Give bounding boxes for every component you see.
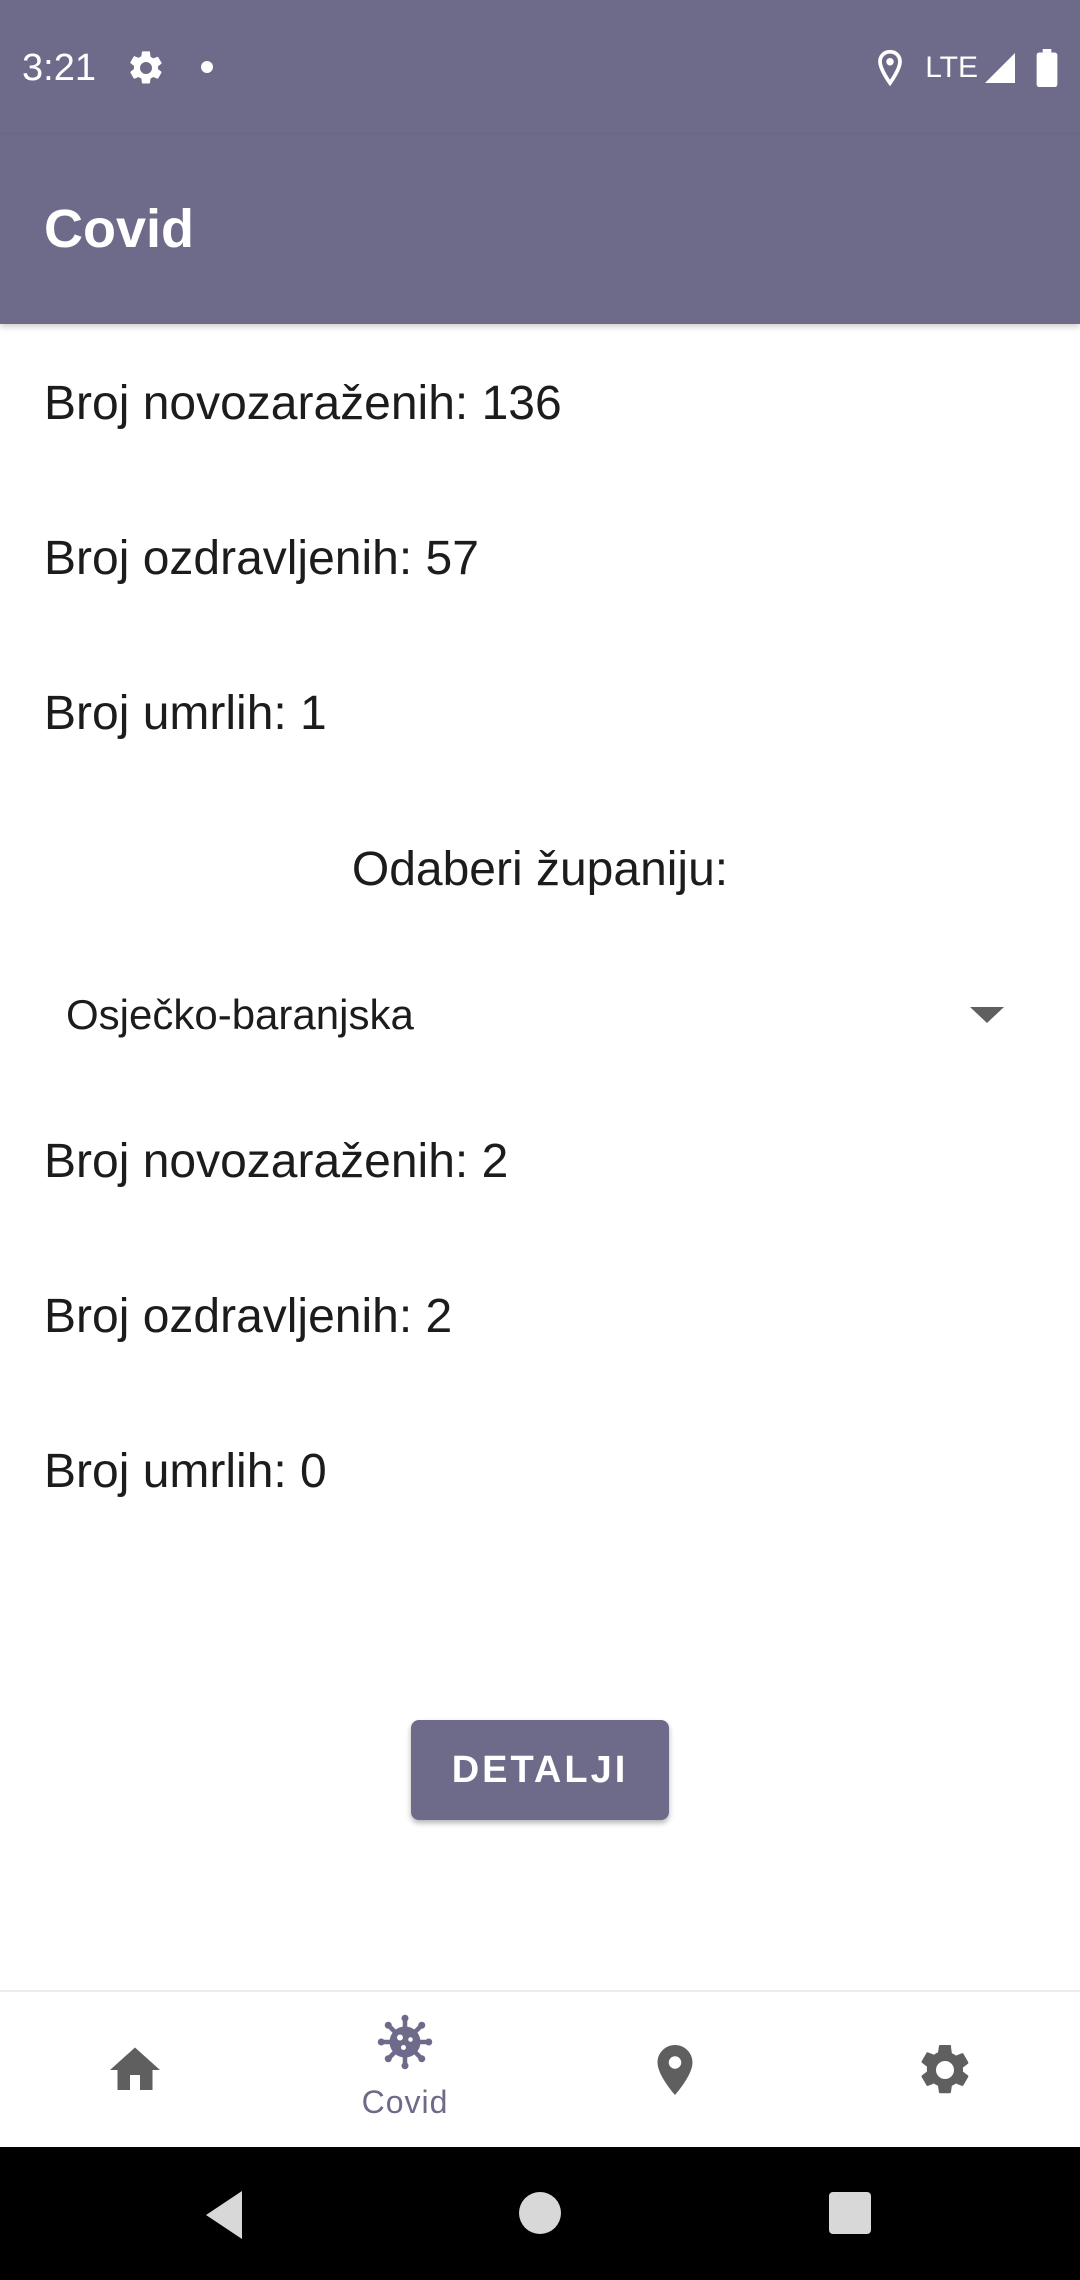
signal-icon	[985, 53, 1015, 83]
battery-icon	[1036, 49, 1058, 87]
details-button[interactable]: DETALJI	[411, 1720, 669, 1820]
system-navigation-bar	[0, 2147, 1080, 2280]
settings-icon	[921, 2044, 969, 2094]
status-time: 3:21	[22, 47, 96, 89]
home-circle-icon[interactable]	[519, 2192, 561, 2234]
app-bar: Covid	[0, 135, 1080, 324]
network-type: LTE	[925, 51, 978, 84]
location-pin-icon	[657, 2045, 693, 2095]
status-bar: 3:21 LTE	[0, 0, 1080, 135]
nav-label-covid: Covid	[361, 2084, 449, 2120]
back-icon[interactable]	[200, 2187, 250, 2243]
nav-item-location[interactable]	[540, 1992, 810, 2149]
nav-item-home[interactable]	[0, 1992, 270, 2149]
county-dropdown[interactable]: Osječko-baranjska	[44, 975, 1004, 1055]
notification-dot-icon	[201, 61, 213, 73]
national-deaths: Broj umrlih: 1	[44, 687, 327, 740]
recents-icon[interactable]	[829, 2192, 871, 2234]
county-new-cases: Broj novozaraženih: 2	[44, 1135, 509, 1188]
county-prompt: Odaberi županiju:	[351, 843, 729, 896]
national-new-cases: Broj novozaraženih: 136	[44, 377, 562, 430]
bottom-navigation: Covid	[0, 1990, 1080, 2149]
page-title: Covid	[44, 199, 195, 259]
status-icons: LTE	[875, 46, 1058, 90]
gear-icon	[130, 51, 162, 84]
national-recovered: Broj ozdravljenih: 57	[44, 532, 479, 585]
location-icon	[878, 49, 903, 87]
virus-icon	[377, 2014, 433, 2070]
nav-item-covid[interactable]: Covid	[270, 1992, 540, 2149]
county-recovered: Broj ozdravljenih: 2	[44, 1290, 453, 1343]
dropdown-arrow-icon	[970, 1007, 1004, 1023]
county-deaths: Broj umrlih: 0	[44, 1445, 327, 1498]
home-icon	[110, 2047, 160, 2090]
county-dropdown-value: Osječko-baranjska	[66, 991, 414, 1038]
nav-item-settings[interactable]	[810, 1992, 1080, 2149]
